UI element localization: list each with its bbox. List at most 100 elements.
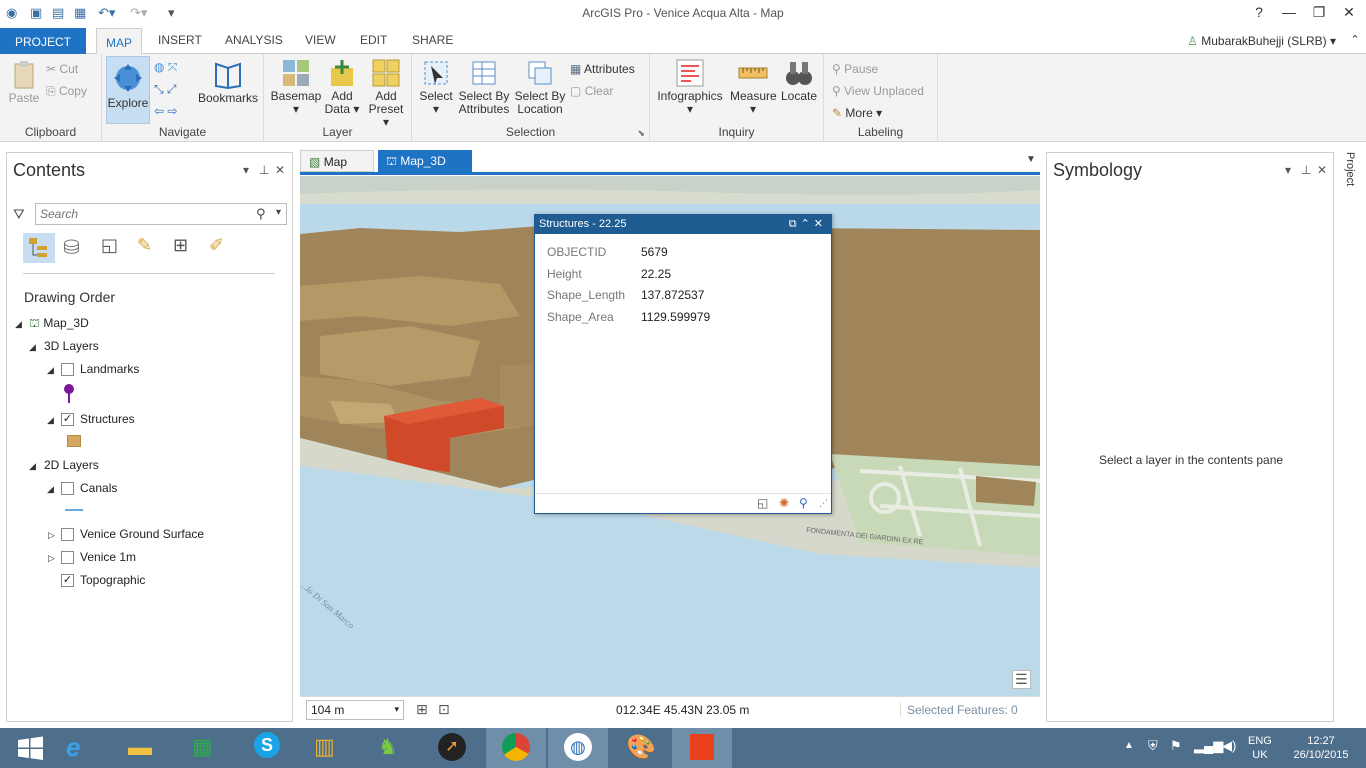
- minimize-button[interactable]: —: [1274, 4, 1304, 20]
- locate-button[interactable]: Locate: [778, 58, 820, 103]
- select-feature-icon[interactable]: ◱: [757, 496, 768, 510]
- view-unplaced-button[interactable]: ⚲ View Unplaced: [832, 84, 924, 98]
- group-2d-layers[interactable]: 2D Layers: [44, 458, 99, 472]
- select-by-attributes-button[interactable]: Select By Attributes: [456, 58, 512, 116]
- visibility-checkbox[interactable]: [61, 551, 74, 565]
- full-extent-icon[interactable]: ⤡ ⤢: [154, 82, 177, 97]
- list-by-editing-icon[interactable]: ✎: [137, 235, 152, 256]
- select-button[interactable]: Select ▾: [416, 58, 456, 116]
- user-account[interactable]: ♙ MubarakBuhejji (SLRB) ▾: [1187, 34, 1336, 48]
- visibility-checkbox[interactable]: [61, 363, 74, 377]
- measure-button[interactable]: Measure ▾: [730, 58, 777, 116]
- selected-features-count[interactable]: Selected Features: 0: [900, 703, 1018, 717]
- close-button[interactable]: ✕: [1334, 4, 1364, 21]
- attributes-button[interactable]: ▦ Attributes: [570, 62, 635, 76]
- layer-topographic[interactable]: ✓ Topographic: [61, 573, 145, 588]
- flash-icon[interactable]: ✺: [779, 496, 789, 510]
- taskbar-chrome[interactable]: [486, 728, 546, 768]
- side-tab-project[interactable]: Project: [1338, 152, 1360, 212]
- scale-selector[interactable]: 104 m ▾: [306, 700, 404, 720]
- expand-toggle-icon[interactable]: ◢: [29, 461, 36, 472]
- bookmarks-button[interactable]: Bookmarks: [196, 58, 260, 105]
- list-by-drawing-order-icon[interactable]: [23, 233, 55, 263]
- tray-volume-icon[interactable]: ◀): [1222, 738, 1236, 754]
- filter-icon[interactable]: ⛛: [13, 206, 25, 223]
- collapse-toggle-icon[interactable]: ▷: [48, 553, 55, 564]
- expand-toggle-icon[interactable]: ◢: [29, 342, 36, 353]
- collapse-toggle-icon[interactable]: ▷: [48, 530, 55, 541]
- language-indicator[interactable]: ENG UK: [1248, 734, 1272, 762]
- expand-toggle-icon[interactable]: ◢: [47, 415, 54, 426]
- close-icon[interactable]: ✕: [814, 218, 827, 230]
- expand-toggle-icon[interactable]: ◢: [47, 484, 54, 495]
- collapse-icon[interactable]: ⌃: [801, 218, 814, 230]
- add-preset-button[interactable]: Add Preset ▾: [364, 58, 408, 129]
- visibility-checkbox[interactable]: [61, 482, 74, 496]
- view-list-icon[interactable]: ▼: [1026, 154, 1036, 165]
- paste-button[interactable]: Paste: [6, 60, 42, 105]
- list-by-labeling-icon[interactable]: ✐: [209, 235, 224, 256]
- fixed-zoom-icon[interactable]: ⊞: [416, 701, 428, 718]
- taskbar-paint[interactable]: 🎨: [610, 728, 670, 768]
- collapse-ribbon-icon[interactable]: ⌃: [1340, 33, 1366, 46]
- tray-flag-icon[interactable]: ⚑: [1170, 738, 1182, 754]
- pop-out-icon[interactable]: ⧉: [789, 218, 801, 230]
- tray-expand-icon[interactable]: ▲: [1124, 740, 1134, 751]
- previous-extent-icon[interactable]: ⇦ ⇨: [154, 104, 177, 118]
- close-pane-icon[interactable]: ✕: [1317, 163, 1327, 177]
- pin-icon[interactable]: ⊥: [1301, 163, 1311, 177]
- taskbar-internet-explorer[interactable]: e: [50, 728, 110, 768]
- group-3d-layers[interactable]: 3D Layers: [44, 339, 99, 353]
- taskbar-app-archive[interactable]: ▥: [298, 728, 358, 768]
- clock[interactable]: 12:27 26/10/2015: [1286, 734, 1356, 762]
- search-options-icon[interactable]: ▾: [276, 207, 281, 218]
- navigation-icon[interactable]: ⊡: [438, 701, 450, 718]
- layer-canals[interactable]: Canals: [61, 481, 117, 496]
- search-icon[interactable]: ⚲: [256, 206, 266, 222]
- close-pane-icon[interactable]: ✕: [275, 163, 285, 177]
- zoom-to-icon[interactable]: ⚲: [799, 496, 808, 510]
- more-button[interactable]: ✎ More ▾: [832, 106, 882, 120]
- tab-map-view[interactable]: ▧ Map: [300, 150, 374, 172]
- basemap-button[interactable]: Basemap ▾: [270, 58, 322, 116]
- clear-button[interactable]: ▢ Clear: [570, 84, 613, 98]
- list-by-data-source-icon[interactable]: ⛁: [63, 235, 80, 260]
- infographics-button[interactable]: Infographics ▾: [654, 58, 726, 116]
- layer-venice-1m[interactable]: Venice 1m: [61, 550, 136, 565]
- help-button[interactable]: ?: [1244, 4, 1274, 20]
- tab-edit[interactable]: EDIT: [360, 33, 387, 47]
- pane-menu-icon[interactable]: ▾: [1285, 163, 1291, 177]
- tray-security-icon[interactable]: ⛨: [1148, 738, 1158, 754]
- tab-share[interactable]: SHARE: [412, 33, 453, 47]
- select-by-location-button[interactable]: Select By Location: [512, 58, 568, 116]
- taskbar-file-explorer[interactable]: ▬: [112, 728, 172, 768]
- taskbar-app-compass[interactable]: ➚: [422, 728, 482, 768]
- visibility-checkbox[interactable]: [61, 528, 74, 542]
- taskbar-evernote[interactable]: ♞: [360, 728, 420, 768]
- tab-map3d-view[interactable]: ⛫ Map_3D ✕: [378, 150, 472, 184]
- globe-icon[interactable]: ◍ ⤧: [154, 60, 177, 75]
- search-input[interactable]: [36, 204, 256, 224]
- expand-toggle-icon[interactable]: ◢: [47, 365, 54, 376]
- pane-menu-icon[interactable]: ▾: [243, 163, 249, 177]
- copy-button[interactable]: ⎘ Copy: [46, 84, 87, 99]
- tab-insert[interactable]: INSERT: [158, 33, 202, 47]
- list-by-snapping-icon[interactable]: ⊞: [173, 235, 188, 256]
- tab-project[interactable]: PROJECT: [0, 28, 86, 54]
- tab-view[interactable]: VIEW: [305, 33, 336, 47]
- visibility-checkbox[interactable]: ✓: [61, 413, 74, 427]
- layer-landmarks[interactable]: Landmarks: [61, 362, 139, 377]
- maximize-button[interactable]: ❐: [1304, 4, 1334, 21]
- explore-button[interactable]: Explore: [106, 56, 150, 124]
- tab-analysis[interactable]: ANALYSIS: [225, 33, 283, 47]
- resize-grip-icon[interactable]: ⋰: [819, 498, 828, 509]
- pause-button[interactable]: ⚲ Pause: [832, 62, 878, 76]
- map-item[interactable]: ⛫ Map_3D: [29, 316, 89, 332]
- tab-map[interactable]: MAP: [96, 28, 142, 55]
- taskbar-store[interactable]: ▦: [174, 728, 234, 768]
- visibility-checkbox[interactable]: ✓: [61, 574, 74, 588]
- pin-icon[interactable]: ⊥: [259, 163, 269, 177]
- tray-network-icon[interactable]: ▂▄▆: [1194, 738, 1223, 754]
- add-data-button[interactable]: Add Data ▾: [324, 58, 360, 116]
- layer-venice-ground-surface[interactable]: Venice Ground Surface: [61, 527, 204, 542]
